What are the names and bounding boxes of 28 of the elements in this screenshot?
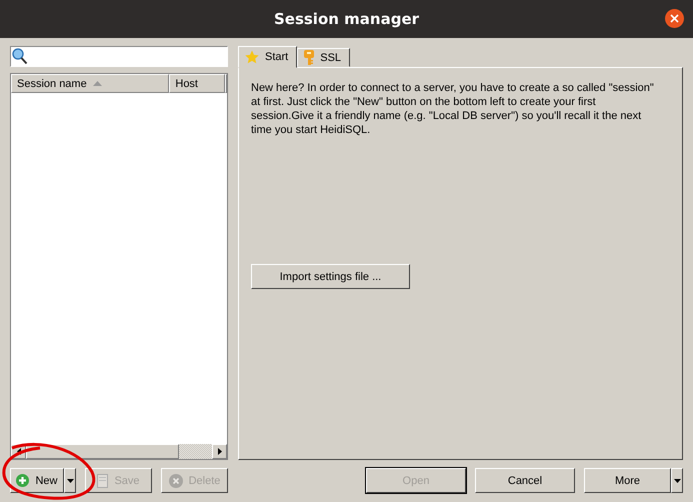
close-icon	[670, 14, 679, 23]
window-title: Session manager	[274, 10, 420, 28]
dropdown-button[interactable]	[671, 468, 683, 493]
caret-icon	[66, 478, 74, 482]
import-button[interactable]: Import settings file ...	[251, 264, 410, 289]
search-icon	[12, 48, 28, 65]
right-arrow-icon	[218, 448, 222, 455]
scroll-right-button[interactable]	[212, 444, 227, 459]
action-button[interactable]: Cancel	[475, 468, 575, 493]
star-icon	[245, 50, 259, 64]
left-arrow-icon	[16, 448, 20, 455]
column-header[interactable]: Host	[169, 74, 225, 93]
tab[interactable]: Start	[238, 46, 298, 68]
plus-icon	[16, 474, 30, 487]
caret-icon	[674, 478, 680, 482]
close-button[interactable]	[665, 9, 684, 28]
tab[interactable]: SSL	[297, 48, 350, 67]
search-field[interactable]	[10, 46, 228, 67]
dropdown-button[interactable]	[64, 468, 76, 493]
intro-text: New here? In order to connect to a server, you have to create a so called "session" at first. Just click the "New" button on the bottom left to create your first session.Give it a friendly name (e.g. "Local DB server") so you'll recall it the next time you start HeidiSQL.	[251, 81, 655, 137]
horizontal-scrollbar[interactable]	[11, 444, 227, 459]
document-icon	[97, 474, 108, 488]
column-header[interactable]: Session name	[11, 74, 170, 93]
delete-icon	[168, 474, 183, 488]
split-button[interactable]: New	[10, 468, 64, 493]
scrollbar-thumb[interactable]	[26, 444, 179, 459]
split-button[interactable]: More	[584, 468, 671, 493]
key-icon	[304, 50, 314, 66]
